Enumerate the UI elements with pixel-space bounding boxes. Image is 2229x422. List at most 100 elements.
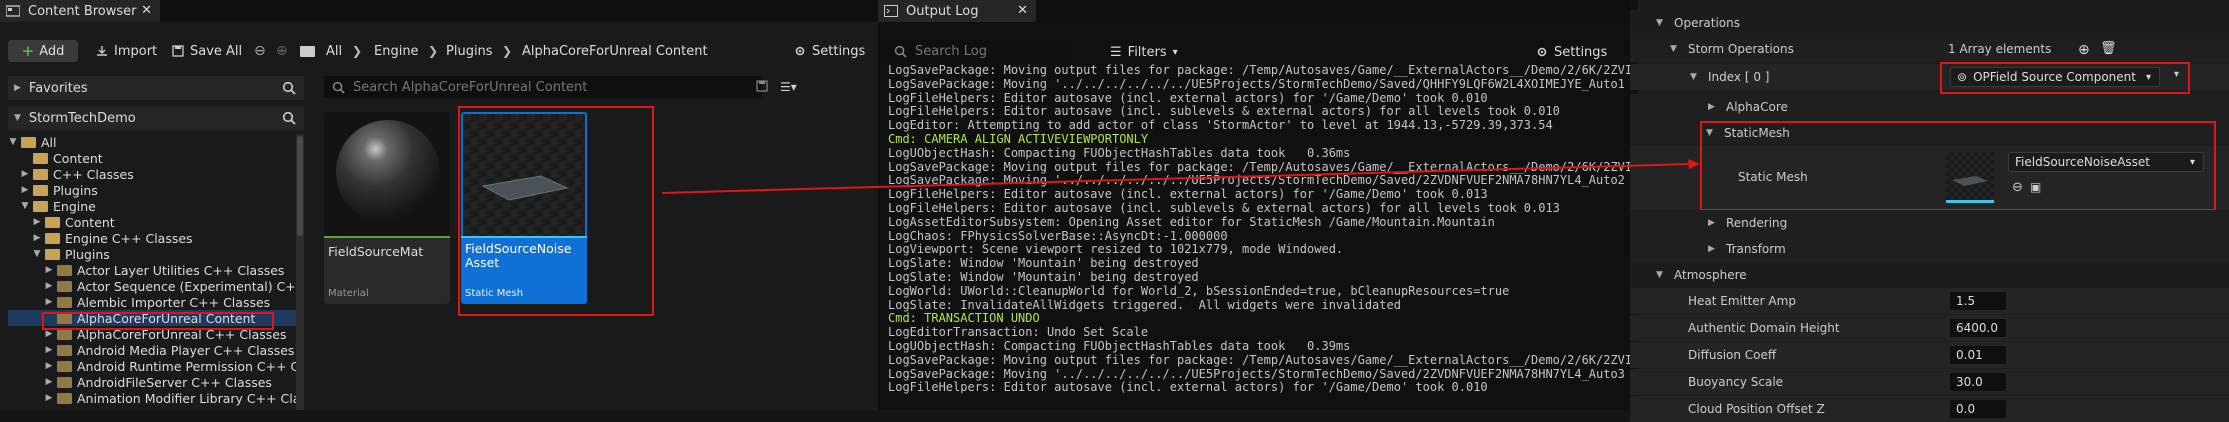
- save-search-icon[interactable]: [756, 80, 768, 92]
- history-back-icon[interactable]: ⊖: [254, 40, 266, 62]
- settings-label: Settings: [1554, 44, 1608, 60]
- trash-icon[interactable]: 🗑: [2100, 41, 2117, 56]
- settings-button[interactable]: Settings: [794, 40, 865, 62]
- folder-icon: [21, 136, 36, 148]
- log-output-area[interactable]: LogSavePackage: Moving output files for …: [878, 64, 1630, 410]
- tree-item-label: Engine: [53, 198, 96, 214]
- add-element-icon[interactable]: ⊕: [2078, 42, 2090, 58]
- property-value-input[interactable]: 0.0: [1950, 400, 2006, 418]
- tab-content-browser[interactable]: Content Browser ✕: [0, 0, 160, 22]
- breadcrumb-alphacore[interactable]: AlphaCoreForUnreal Content: [522, 40, 708, 62]
- property-value-input[interactable]: 6400.0: [1950, 319, 2006, 337]
- tree-item[interactable]: ▶ Android Runtime Permission C++ Class: [8, 358, 296, 374]
- tree-item[interactable]: ▶ AndroidFileServer C++ Classes: [8, 374, 296, 390]
- folder-icon[interactable]: [300, 40, 315, 62]
- tree-item[interactable]: ▶ C++ Classes: [8, 166, 296, 182]
- tree-item[interactable]: ▶ Animation Modifier Library C++ Classe: [8, 390, 296, 406]
- tree-scrollbar-thumb[interactable]: [297, 136, 303, 236]
- tree-item-label: All: [41, 134, 57, 150]
- search-icon[interactable]: [282, 81, 296, 95]
- tab-output-log[interactable]: Output Log ✕: [878, 0, 1036, 22]
- tree-item[interactable]: ▶ Engine C++ Classes: [8, 230, 296, 246]
- chevron-down-icon[interactable]: ▼: [32, 249, 42, 259]
- category-transform[interactable]: ▶ Transform: [1630, 236, 2229, 262]
- log-line: LogSavePackage: Moving '../../../../../.…: [888, 366, 1625, 381]
- chevron-right-icon[interactable]: ▶: [32, 233, 42, 243]
- tree-item[interactable]: ▼ Plugins: [8, 246, 296, 262]
- log-search-placeholder: Search Log: [915, 43, 988, 59]
- breadcrumb-plugins[interactable]: Plugins: [446, 40, 493, 62]
- category-label: Operations: [1674, 16, 1740, 30]
- chevron-down-icon[interactable]: ▼: [20, 201, 30, 211]
- import-icon: [97, 46, 107, 56]
- chevron-right-icon[interactable]: ▶: [44, 393, 54, 403]
- tree-item[interactable]: ▼ Engine: [8, 198, 296, 214]
- chevron-right-icon[interactable]: ▶: [20, 169, 30, 179]
- log-line: LogViewport: Scene viewport resized to 1…: [888, 242, 1344, 257]
- category-label: Rendering: [1726, 216, 1788, 230]
- property-value-input[interactable]: 30.0: [1950, 373, 2006, 391]
- tree-item[interactable]: Content: [8, 150, 296, 166]
- breadcrumb-separator-icon: ❯: [502, 44, 513, 58]
- tree-item[interactable]: ▶ Plugins: [8, 182, 296, 198]
- tree-item[interactable]: ▼ All: [8, 134, 296, 150]
- add-button[interactable]: + Add: [8, 40, 78, 62]
- folder-icon: [45, 216, 60, 228]
- chevron-right-icon[interactable]: ▶: [44, 377, 54, 387]
- chevron-right-icon[interactable]: ▶: [20, 185, 30, 195]
- filters-dropdown[interactable]: ☰ Filters ▾: [1110, 42, 1178, 62]
- log-line: LogFileHelpers: Editor autosave (incl. s…: [888, 201, 1560, 215]
- chevron-right-icon[interactable]: ▶: [44, 329, 54, 339]
- tree-item[interactable]: ▶ Actor Layer Utilities C++ Classes: [8, 262, 296, 278]
- property-label: Storm Operations: [1688, 42, 1794, 56]
- property-label: Buoyancy Scale: [1688, 375, 1784, 389]
- chevron-right-icon[interactable]: ▶: [44, 281, 54, 291]
- tree-item[interactable]: ▶ Actor Sequence (Experimental) C++ Cla: [8, 278, 296, 294]
- category-rendering[interactable]: ▶ Rendering: [1630, 210, 2229, 236]
- category-label: Atmosphere: [1674, 268, 1747, 282]
- chevron-down-icon[interactable]: ▼: [1670, 44, 1677, 54]
- chevron-down-icon[interactable]: ▼: [1690, 72, 1697, 82]
- tree-item[interactable]: ▶ Android Media Player C++ Classes: [8, 342, 296, 358]
- close-icon[interactable]: ✕: [141, 3, 152, 18]
- breadcrumb-engine[interactable]: Engine: [374, 40, 419, 62]
- tree-item-label: Plugins: [53, 182, 98, 198]
- log-search-input[interactable]: Search Log: [886, 40, 1066, 62]
- filter-icon[interactable]: ☰▾: [780, 80, 810, 94]
- import-button[interactable]: Import: [96, 40, 157, 62]
- save-all-button[interactable]: Save All: [172, 40, 242, 62]
- project-header[interactable]: ▼ StormTechDemo: [8, 106, 304, 130]
- search-icon[interactable]: [282, 111, 296, 125]
- tree-item[interactable]: ▶ Alembic Importer C++ Classes: [8, 294, 296, 310]
- breadcrumb-all[interactable]: All: [326, 40, 342, 62]
- log-settings-button[interactable]: Settings: [1536, 42, 1607, 62]
- folder-icon: [57, 376, 72, 388]
- tree-item-label: Content: [53, 150, 103, 166]
- property-storm-operations: ▼ Storm Operations 1 Array elements ⊕ 🗑: [1630, 36, 2229, 62]
- category-atmosphere[interactable]: ▼ Atmosphere: [1630, 262, 2229, 288]
- category-alphacore[interactable]: ▶ AlphaCore: [1630, 94, 2229, 120]
- tree-item[interactable]: ▶ Content: [8, 214, 296, 230]
- chevron-right-icon[interactable]: ▶: [44, 297, 54, 307]
- chevron-right-icon[interactable]: ▶: [32, 217, 42, 227]
- close-icon[interactable]: ✕: [1017, 3, 1028, 18]
- asset-tile-fieldsourcemat[interactable]: FieldSourceMat Material: [324, 112, 450, 304]
- chevron-down-icon: ▼: [1656, 270, 1663, 280]
- folder-icon: [33, 184, 48, 196]
- favorites-header[interactable]: ▶ Favorites: [8, 76, 304, 100]
- chevron-down-icon[interactable]: ▼: [8, 137, 18, 147]
- folder-icon: [57, 360, 72, 372]
- chevron-right-icon[interactable]: ▶: [44, 361, 54, 371]
- asset-name: FieldSourceMat: [328, 244, 424, 259]
- annotation-box-asset: [458, 106, 654, 316]
- log-line: LogSlate: InvalidateAllWidgets triggered…: [888, 297, 1401, 312]
- property-value-input[interactable]: 1.5: [1950, 292, 2006, 310]
- category-operations[interactable]: ▼ Operations: [1630, 10, 2229, 36]
- chevron-right-icon[interactable]: ▶: [44, 265, 54, 275]
- log-line: LogUObjectHash: Compacting FUObjectHashT…: [888, 339, 1351, 353]
- chevron-right-icon[interactable]: ▶: [44, 345, 54, 355]
- tree-item-label: C++ Classes: [53, 166, 134, 182]
- asset-search-input[interactable]: Search AlphaCoreForUnreal Content: [324, 76, 762, 98]
- property-value-input[interactable]: 0.01: [1950, 346, 2006, 364]
- history-forward-icon[interactable]: ⊕: [276, 40, 288, 62]
